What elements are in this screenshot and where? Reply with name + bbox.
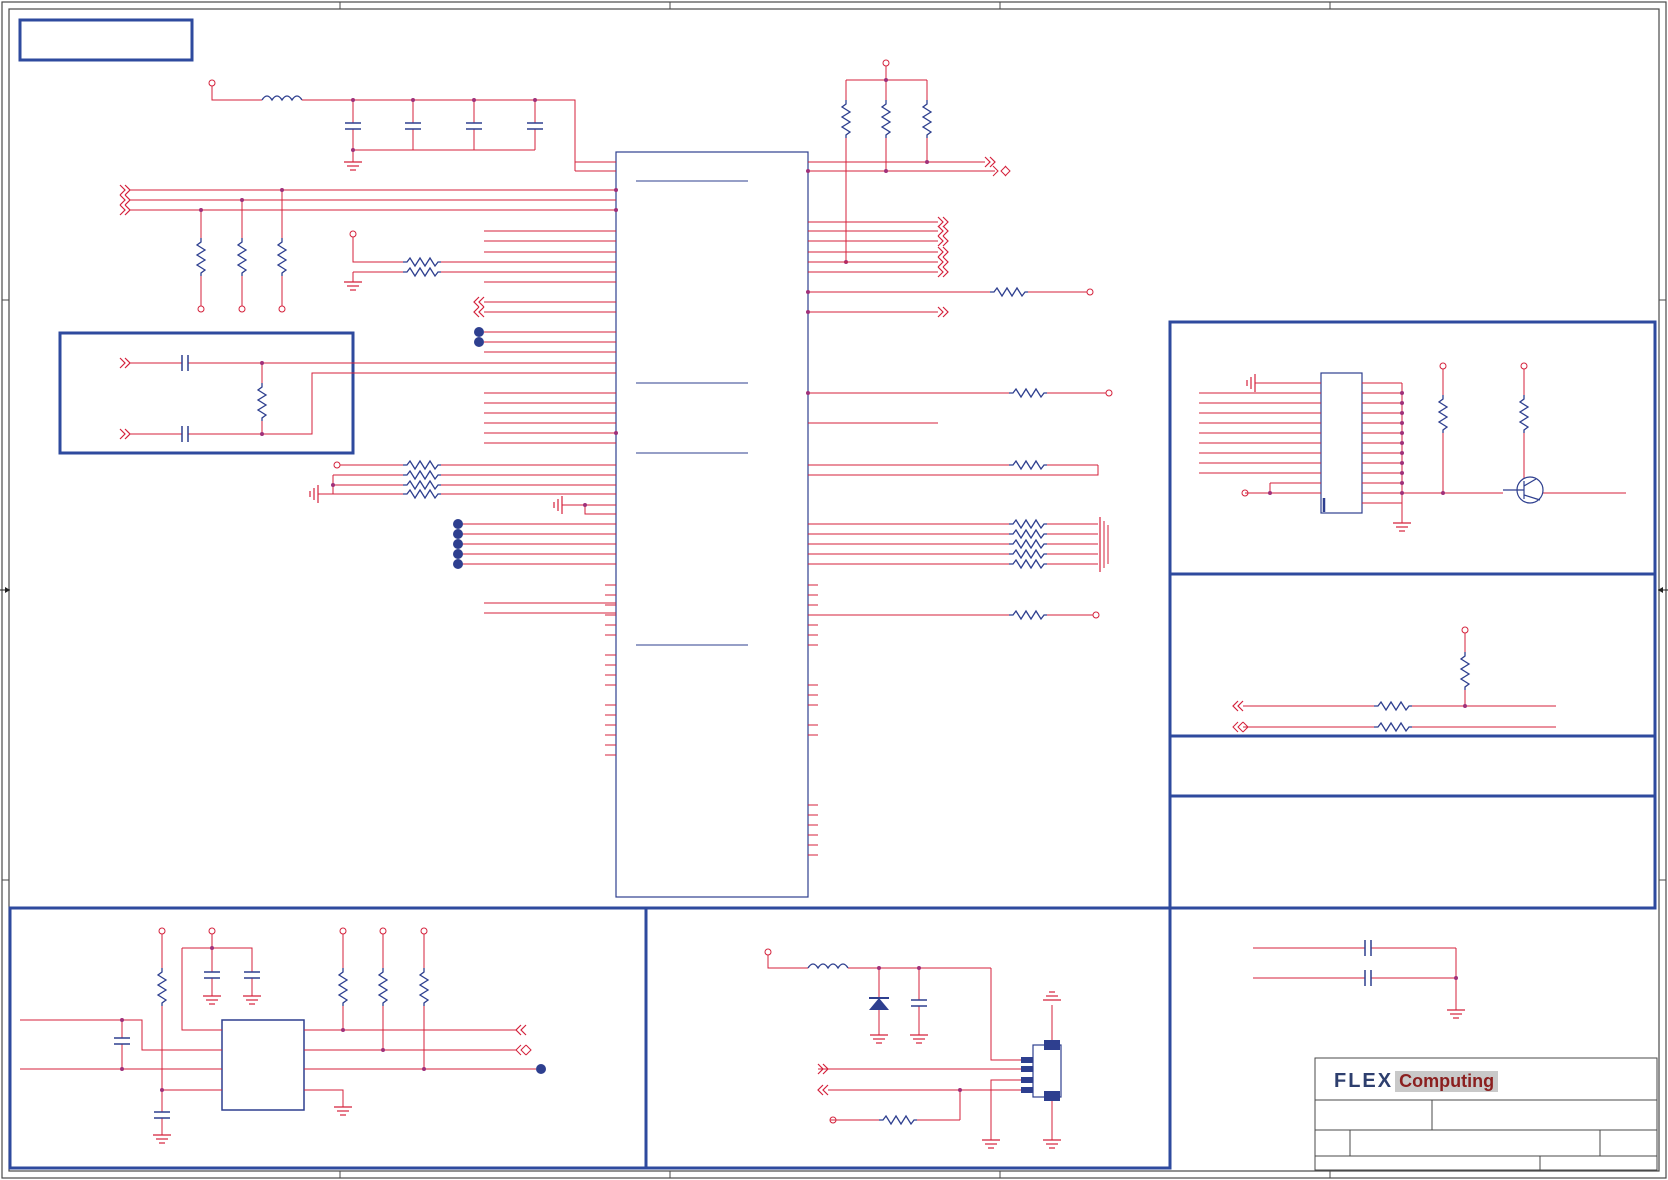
ic-left-inputs — [349, 230, 616, 614]
main-ic — [605, 151, 818, 898]
strap-resistors — [309, 460, 616, 515]
header-connector-block — [1199, 362, 1626, 532]
sheet-border — [1, 1, 1667, 1179]
test-points-b — [453, 519, 616, 569]
ic-right-outputs — [614, 216, 1113, 620]
ac-coupling-block — [119, 354, 616, 443]
schematic-diagram — [0, 1, 1668, 1179]
test-points-a — [474, 327, 484, 347]
sheet-title-box — [18, 18, 194, 62]
coupling-cap-block — [1253, 939, 1466, 1019]
series-resistor-block — [1232, 626, 1556, 733]
connector-diode-block — [764, 948, 1062, 1149]
left-bus-pullups — [119, 184, 618, 313]
schematic-sheet: FLEX Computing — [0, 0, 1668, 1180]
logo-product: Computing — [1395, 1071, 1499, 1092]
logo-brand: FLEX — [1334, 1070, 1394, 1092]
pullup-network-top-right — [806, 59, 1011, 264]
power-filter-network — [208, 79, 616, 172]
company-logo: FLEX Computing — [1334, 1070, 1499, 1094]
block-frames — [8, 320, 1657, 1170]
regulator-block — [20, 927, 546, 1144]
